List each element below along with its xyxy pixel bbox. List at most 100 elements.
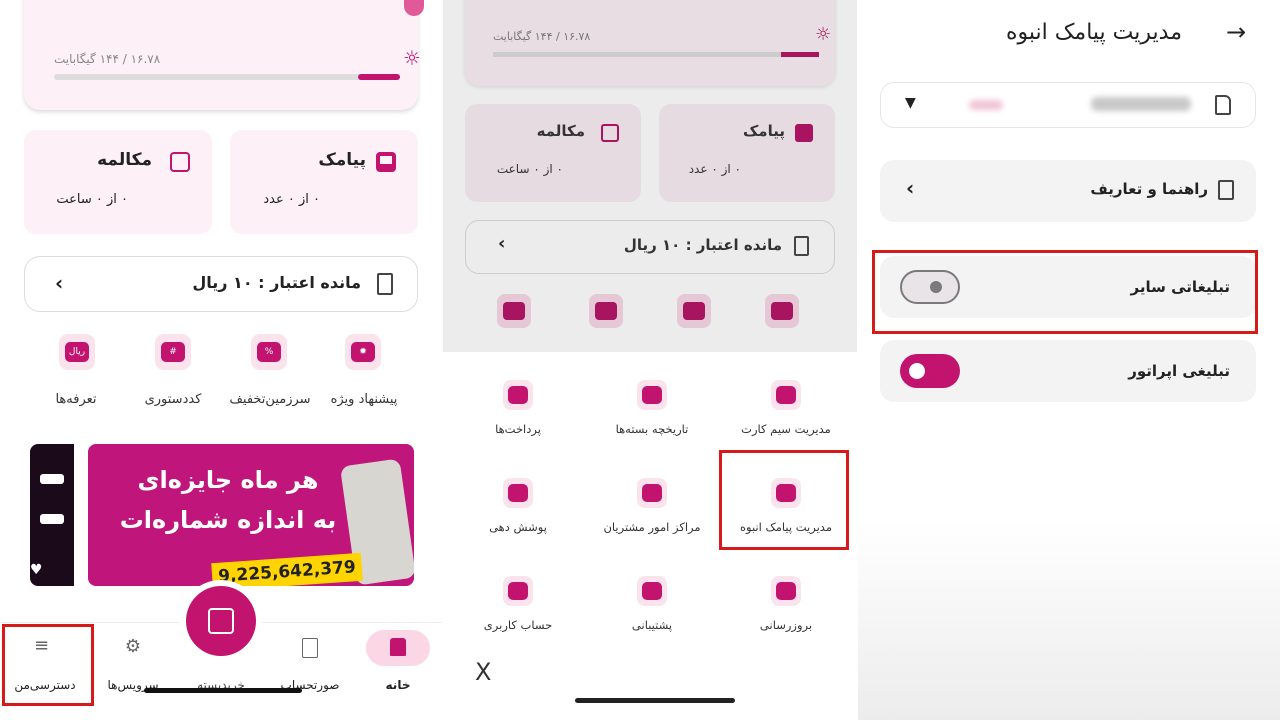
tile-discount[interactable]: سرزمین‌تخفیف xyxy=(228,392,312,407)
close-button[interactable]: X xyxy=(475,658,491,686)
home-icon xyxy=(366,630,430,666)
call-title: مکالمه xyxy=(97,150,152,170)
service-customer-centers[interactable]: مراکز امور مشتریان xyxy=(593,520,711,534)
package-history-icon[interactable] xyxy=(637,380,667,410)
service-user-account[interactable]: حساب کاربری xyxy=(463,618,573,632)
credit-label: مانده اعتبار : xyxy=(685,236,782,254)
sms-icon xyxy=(795,124,813,142)
tile-special-offer[interactable]: پیشنهاد ویژه xyxy=(326,392,402,407)
coverage-icon[interactable] xyxy=(503,478,533,508)
toggle-operator-ads[interactable] xyxy=(900,354,960,388)
chevron-left-icon: ‹ xyxy=(498,233,506,254)
credit-label: مانده اعتبار : xyxy=(258,273,361,292)
services-menu-panel: ☼ ۱۶.۷۸ / ۱۴۴ گیگابایت پیامک ۰ از ۰ عدد … xyxy=(443,0,857,720)
credit-text: مانده اعتبار : ۱۰ ریال xyxy=(624,236,782,254)
hash-code-icon xyxy=(589,294,623,328)
sms-title: پیامک xyxy=(742,122,785,140)
discount-icon[interactable]: % xyxy=(251,334,287,370)
home-indicator xyxy=(575,698,735,703)
discount-icon xyxy=(677,294,711,328)
home-screen-panel: ☼ ۱۶.۷۸ / ۱۴۴ گیگابایت پیامک ۰ از ۰ عدد … xyxy=(0,0,442,720)
home-indicator xyxy=(144,688,302,693)
shopping-bag-icon xyxy=(208,608,234,634)
user-gear-icon: ⚙ xyxy=(124,636,142,657)
sms-icon xyxy=(376,152,396,172)
buy-package-button[interactable] xyxy=(186,586,256,656)
page-title: مدیریت پیامک انبوه xyxy=(1005,20,1182,45)
service-package-history[interactable]: تاریخچه بسته‌ها xyxy=(597,422,707,436)
banner-line-2: به اندازه شماره‌ات xyxy=(119,506,337,534)
tariff-icon[interactable]: ریال xyxy=(59,334,95,370)
sim-selector[interactable]: ▼ xyxy=(880,82,1256,128)
call-value: ۰ از ۰ ساعت xyxy=(496,162,563,176)
back-arrow-icon[interactable]: → xyxy=(1226,18,1246,46)
banner-number: 9,225,642,379 xyxy=(211,552,363,586)
credit-value: ۱۰ ریال xyxy=(192,273,253,292)
tile-hash-code[interactable]: کددستوری xyxy=(140,392,206,407)
nav-home[interactable]: خانه xyxy=(366,630,432,700)
highlight-access xyxy=(2,624,94,706)
sim-number-blurred xyxy=(1091,97,1191,111)
sms-card: پیامک ۰ از ۰ عدد xyxy=(659,104,835,202)
help-definitions-label: راهنما و تعاریف xyxy=(1090,180,1208,198)
data-usage-card: ☼ ۱۶.۷۸ / ۱۴۴ گیگابایت xyxy=(465,0,835,86)
data-usage-bar xyxy=(493,52,819,57)
call-card[interactable]: مکالمه ۰ از ۰ ساعت xyxy=(24,130,212,234)
hash-code-icon[interactable]: # xyxy=(155,334,191,370)
service-payments[interactable]: پرداخت‌ها xyxy=(463,422,573,436)
call-card: مکالمه ۰ از ۰ ساعت xyxy=(465,104,641,202)
tile-tariffs[interactable]: تعرفه‌ها xyxy=(46,392,106,407)
sun-icon: ☼ xyxy=(403,46,421,70)
sms-value: ۰ از ۰ عدد xyxy=(263,192,320,207)
sim-management-icon[interactable] xyxy=(771,380,801,410)
document-icon xyxy=(1218,180,1234,200)
customer-centers-icon[interactable] xyxy=(637,478,667,508)
support-icon[interactable] xyxy=(637,576,667,606)
call-title: مکالمه xyxy=(536,122,585,140)
bill-icon xyxy=(302,638,318,658)
special-offer-icon xyxy=(765,294,799,328)
nav-home-label: خانه xyxy=(385,678,411,692)
credit-text: مانده اعتبار : ۱۰ ریال xyxy=(192,273,361,292)
service-coverage[interactable]: پوشش دهی xyxy=(463,520,573,534)
sim-card-icon xyxy=(1215,95,1231,115)
special-offer-icon[interactable]: ✹ xyxy=(345,334,381,370)
highlight-other-ads xyxy=(872,250,1258,334)
receipt-icon xyxy=(794,236,809,256)
help-definitions-row[interactable]: راهنما و تعاریف ‹ xyxy=(880,160,1256,222)
service-update[interactable]: بروزرسانی xyxy=(731,618,841,632)
sms-card[interactable]: پیامک ۰ از ۰ عدد xyxy=(230,130,418,234)
promo-banner[interactable]: هر ماه جایزه‌ای به اندازه شماره‌ات 9,225… xyxy=(88,444,414,586)
operator-ads-row[interactable]: تبلیغی اپراتور xyxy=(880,340,1256,402)
sim-name-blurred xyxy=(969,100,1003,110)
sms-value: ۰ از ۰ عدد xyxy=(688,162,741,176)
data-usage-text: ۱۶.۷۸ / ۱۴۴ گیگابایت xyxy=(54,52,161,66)
sms-title: پیامک xyxy=(318,150,366,170)
banner-line-1: هر ماه جایزه‌ای xyxy=(137,466,319,494)
chevron-down-icon: ▼ xyxy=(905,95,916,111)
bulk-sms-settings-panel: → مدیریت پیامک انبوه ▼ راهنما و تعاریف ‹… xyxy=(858,0,1280,720)
side-banner[interactable]: ♥ xyxy=(30,444,74,586)
credit-bar[interactable]: مانده اعتبار : ۱۰ ریال ‹ xyxy=(24,256,418,312)
heart-icon: ♥ xyxy=(30,562,43,578)
receipt-icon xyxy=(377,273,393,295)
payments-icon[interactable] xyxy=(503,380,533,410)
operator-ads-label: تبلیغی اپراتور xyxy=(1128,362,1230,380)
call-value: ۰ از ۰ ساعت xyxy=(56,192,128,207)
chevron-left-icon: ‹ xyxy=(55,271,64,295)
user-account-icon[interactable] xyxy=(503,576,533,606)
service-support[interactable]: پشتیبانی xyxy=(597,618,707,632)
credit-value: ۱۰ ریال xyxy=(623,236,681,254)
data-usage-text: ۱۶.۷۸ / ۱۴۴ گیگابایت xyxy=(493,30,591,43)
data-usage-card[interactable]: ☼ ۱۶.۷۸ / ۱۴۴ گیگابایت xyxy=(24,0,424,110)
highlight-bulk-sms xyxy=(719,450,849,550)
sun-icon: ☼ xyxy=(815,24,832,45)
credit-bar: مانده اعتبار : ۱۰ ریال ‹ xyxy=(465,220,835,274)
chevron-left-icon: ‹ xyxy=(906,176,915,200)
service-sim-management[interactable]: مدیریت سیم کارت xyxy=(731,422,841,436)
update-icon[interactable] xyxy=(771,576,801,606)
background-content: ☼ ۱۶.۷۸ / ۱۴۴ گیگابایت پیامک ۰ از ۰ عدد … xyxy=(443,0,857,352)
phone-log-icon xyxy=(170,152,190,172)
data-usage-bar xyxy=(54,74,400,80)
tariff-icon xyxy=(497,294,531,328)
